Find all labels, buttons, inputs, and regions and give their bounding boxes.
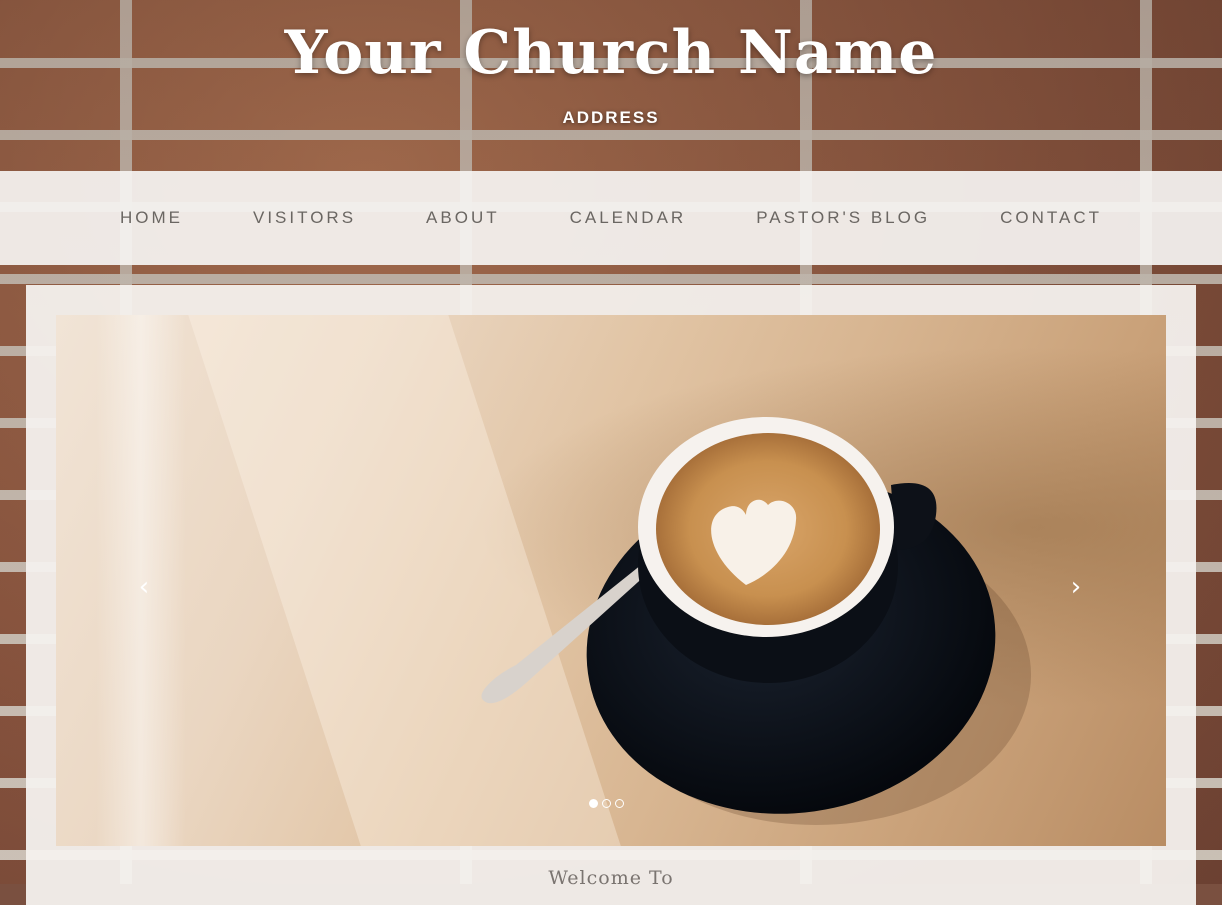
slider-next-arrow[interactable]: › — [1066, 574, 1086, 600]
nav-item-visitors[interactable]: VISITORS — [253, 208, 356, 228]
nav-item-home[interactable]: HOME — [120, 208, 183, 228]
slider-prev-arrow[interactable]: ‹ — [134, 574, 154, 600]
site-address: ADDRESS — [562, 108, 660, 127]
image-slider[interactable]: ‹ › — [56, 315, 1166, 846]
coffee-cup-image — [481, 417, 1031, 825]
nav-item-contact[interactable]: CONTACT — [1000, 208, 1102, 228]
welcome-heading: Welcome To — [548, 867, 674, 889]
chevron-right-icon: › — [1070, 572, 1082, 602]
site-title[interactable]: Your Church Name — [0, 18, 1222, 88]
nav-item-about[interactable]: ABOUT — [426, 208, 500, 228]
nav-item-pastors-blog[interactable]: PASTOR'S BLOG — [756, 208, 930, 228]
chevron-left-icon: ‹ — [138, 572, 150, 602]
main-navigation: HOME VISITORS ABOUT CALENDAR PASTOR'S BL… — [0, 171, 1222, 265]
slider-pagination — [589, 799, 624, 808]
slider-dot[interactable] — [589, 799, 598, 808]
slider-dot[interactable] — [615, 799, 624, 808]
slider-dot[interactable] — [602, 799, 611, 808]
nav-item-calendar[interactable]: CALENDAR — [570, 208, 687, 228]
content-panel: ‹ › Welcome To — [26, 285, 1196, 905]
